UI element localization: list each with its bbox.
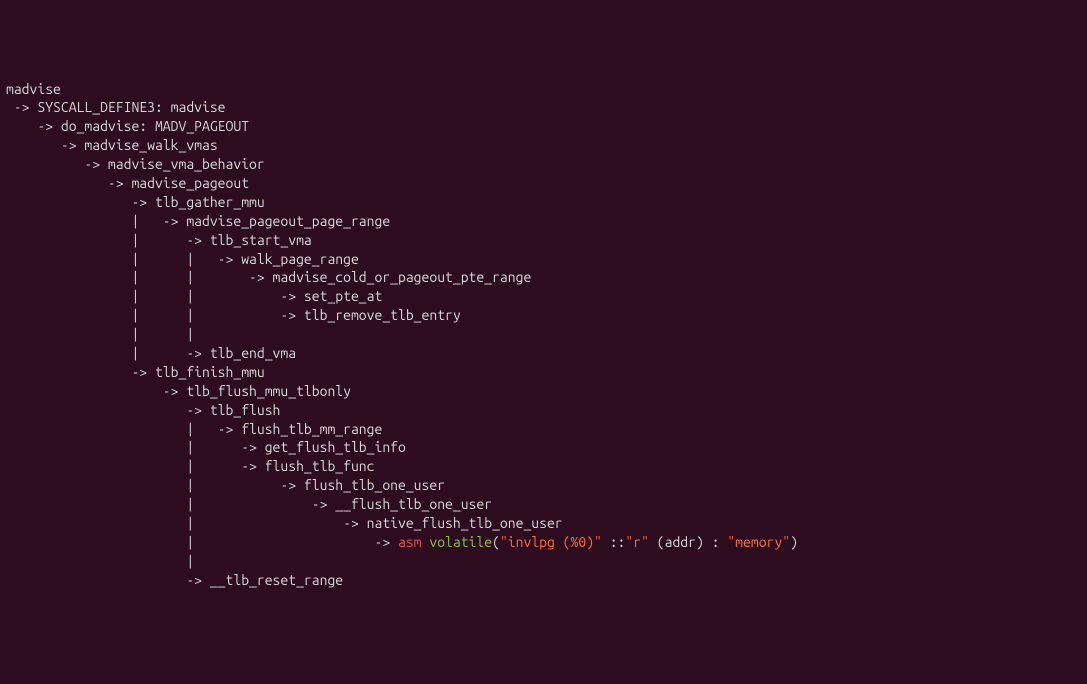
code-line-25: | [6, 552, 1081, 571]
code-line-2: -> do_madvise: MADV_PAGEOUT [6, 117, 1081, 136]
code-line-11: | | -> set_pte_at [6, 287, 1081, 306]
code-line-4: -> madvise_vma_behavior [6, 155, 1081, 174]
separator: :: [602, 534, 626, 550]
code-line-22: | -> __flush_tlb_one_user [6, 495, 1081, 514]
keyword-asm: asm [398, 534, 422, 550]
string-literal: "invlpg (%0)" [500, 534, 602, 550]
code-line-18: | -> flush_tlb_mm_range [6, 420, 1081, 439]
terminal-output: madvise -> SYSCALL_DEFINE3: madvise -> d… [6, 80, 1081, 590]
code-line-5: -> madvise_pageout [6, 174, 1081, 193]
code-line-14: | -> tlb_end_vma [6, 344, 1081, 363]
code-line-6: -> tlb_gather_mmu [6, 193, 1081, 212]
paren-open: ( [492, 534, 500, 550]
code-line-24: | -> asm volatile("invlpg (%0)" ::"r" (a… [6, 533, 1081, 552]
code-line-0: madvise [6, 80, 1081, 99]
code-line-12: | | -> tlb_remove_tlb_entry [6, 306, 1081, 325]
line-prefix: | -> [6, 534, 398, 550]
code-line-13: | | [6, 325, 1081, 344]
string-literal: "memory" [727, 534, 790, 550]
code-line-9: | | -> walk_page_range [6, 250, 1081, 269]
string-literal: "r" [625, 534, 649, 550]
code-line-10: | | -> madvise_cold_or_pageout_pte_range [6, 268, 1081, 287]
code-line-19: | -> get_flush_tlb_info [6, 438, 1081, 457]
code-line-17: -> tlb_flush [6, 401, 1081, 420]
code-line-20: | -> flush_tlb_func [6, 457, 1081, 476]
code-line-1: -> SYSCALL_DEFINE3: madvise [6, 98, 1081, 117]
code-line-7: | -> madvise_pageout_page_range [6, 212, 1081, 231]
code-line-8: | -> tlb_start_vma [6, 231, 1081, 250]
code-line-16: -> tlb_flush_mmu_tlbonly [6, 382, 1081, 401]
code-line-15: -> tlb_finish_mmu [6, 363, 1081, 382]
code-line-3: -> madvise_walk_vmas [6, 136, 1081, 155]
mid-text: (addr) : [649, 534, 727, 550]
paren-close: ) [790, 534, 798, 550]
code-line-26: -> __tlb_reset_range [6, 571, 1081, 590]
keyword-volatile: volatile [429, 534, 492, 550]
code-line-21: | -> flush_tlb_one_user [6, 476, 1081, 495]
